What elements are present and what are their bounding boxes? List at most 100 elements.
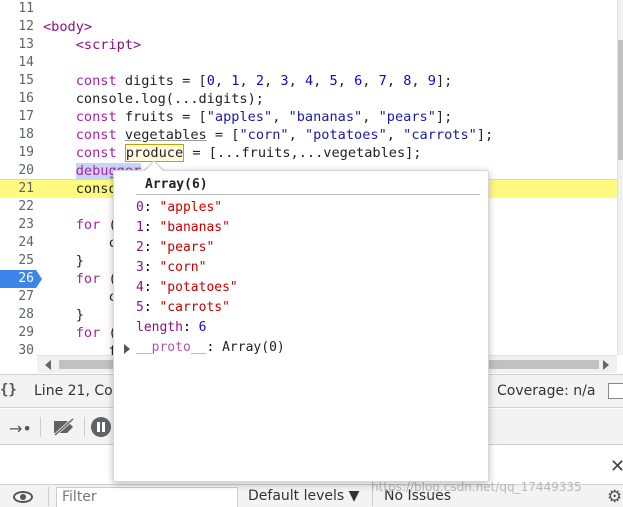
line-number[interactable]: 23 xyxy=(0,216,36,234)
code-text: for ( xyxy=(43,216,117,234)
code-token: , xyxy=(411,73,428,89)
code-token: , xyxy=(264,73,281,89)
breakpoint-marker-icon[interactable] xyxy=(36,270,42,288)
code-token: <body> xyxy=(43,19,93,35)
code-line[interactable]: 18 const vegetables = ["corn", "potatoes… xyxy=(0,126,617,144)
coverage-icon[interactable] xyxy=(608,383,623,399)
log-levels-dropdown[interactable]: Default levels ▼ xyxy=(248,488,359,504)
code-token: ]; xyxy=(435,73,453,89)
code-line[interactable]: 17 const fruits = ["apples", "bananas", … xyxy=(0,108,617,126)
code-token: , xyxy=(313,73,330,89)
code-token: 3 xyxy=(280,73,289,89)
code-token: <script> xyxy=(75,37,142,53)
code-line[interactable]: 14 xyxy=(0,54,617,72)
array-index: 0 xyxy=(136,200,144,215)
line-number[interactable]: 25 xyxy=(0,252,36,270)
code-token: 4 xyxy=(304,73,314,89)
code-token: 0 xyxy=(206,73,215,89)
code-text: <body> xyxy=(43,18,92,36)
array-entry[interactable]: 1: "bananas" xyxy=(136,218,230,238)
code-line[interactable]: 11 xyxy=(0,0,617,18)
code-token: "potatoes" xyxy=(304,127,387,143)
line-number[interactable]: 12 xyxy=(0,18,36,36)
code-token: , xyxy=(386,73,404,89)
line-number[interactable]: 27 xyxy=(0,288,36,306)
eye-icon[interactable] xyxy=(13,491,33,503)
deactivate-breakpoints-icon[interactable] xyxy=(52,418,76,436)
code-token: fruits = [ xyxy=(116,109,207,125)
code-token: = [...fruits,...vegetables]; xyxy=(184,145,422,161)
line-number[interactable]: 17 xyxy=(0,108,36,126)
code-token: vegetables xyxy=(124,127,207,143)
console-filter-input[interactable]: Filter xyxy=(56,487,238,507)
line-number[interactable]: 29 xyxy=(0,324,36,342)
gear-icon[interactable]: ⚙ xyxy=(607,487,622,507)
line-number[interactable]: 24 xyxy=(0,234,36,252)
line-number[interactable]: 28 xyxy=(0,306,36,324)
code-line[interactable]: 12 <body> xyxy=(0,18,617,36)
pause-icon[interactable] xyxy=(91,417,111,437)
vertical-scrollbar[interactable] xyxy=(617,0,623,355)
array-index: 5 xyxy=(136,300,144,315)
array-entry[interactable]: 3: "corn" xyxy=(136,258,206,278)
code-token: digits = [ xyxy=(116,73,207,89)
code-line[interactable]: 15 const digits = [0, 1, 2, 3, 4, 5, 6, … xyxy=(0,72,617,90)
code-token: "carrots" xyxy=(403,127,477,143)
line-number[interactable]: 19 xyxy=(0,144,36,162)
array-entry[interactable]: 4: "potatoes" xyxy=(136,278,238,298)
line-number[interactable]: 18 xyxy=(0,126,36,144)
code-token: 5 xyxy=(329,73,338,89)
code-token: const xyxy=(75,109,117,125)
toolbar-divider xyxy=(84,417,85,437)
pretty-print-icon[interactable]: {} xyxy=(0,382,22,398)
code-token: for xyxy=(75,217,101,233)
line-number[interactable]: 26 xyxy=(0,270,36,288)
line-number[interactable]: 20 xyxy=(0,162,36,180)
array-value: "potatoes" xyxy=(159,280,238,295)
code-token: = [ xyxy=(206,127,240,143)
code-token: , xyxy=(362,109,379,125)
proto-key: __proto__ xyxy=(136,340,207,355)
code-text: } xyxy=(43,252,84,270)
line-number[interactable]: 14 xyxy=(0,54,36,72)
vertical-scroll-thumb[interactable] xyxy=(618,40,623,160)
line-number[interactable]: 13 xyxy=(0,36,36,54)
code-line[interactable]: 16 console.log(...digits); xyxy=(0,90,617,108)
array-entry[interactable]: 0: "apples" xyxy=(136,198,222,218)
code-line[interactable]: 19 const produce = [...fruits,...vegetab… xyxy=(0,144,617,162)
code-token: c xyxy=(43,289,117,305)
line-number[interactable]: 30 xyxy=(0,342,36,355)
popover-title: Array(6) xyxy=(145,177,208,192)
scroll-left-arrow-icon[interactable] xyxy=(45,360,51,370)
code-text: } xyxy=(43,306,84,324)
code-token: const xyxy=(75,73,117,89)
expand-triangle-icon[interactable] xyxy=(124,344,130,354)
code-token: "bananas" xyxy=(288,109,363,125)
code-token: , xyxy=(362,73,379,89)
code-token: 2 xyxy=(255,73,265,89)
line-number[interactable]: 11 xyxy=(0,0,36,18)
scroll-right-arrow-icon[interactable] xyxy=(603,360,609,370)
close-drawer-icon[interactable]: ✕ xyxy=(610,456,623,477)
array-value: "corn" xyxy=(159,260,207,275)
step-icon[interactable]: →• xyxy=(9,419,32,438)
code-text: <script> xyxy=(43,36,141,54)
array-entry[interactable]: 2: "pears" xyxy=(136,238,214,258)
line-number[interactable]: 21 xyxy=(0,180,36,198)
proto-entry[interactable]: __proto__: Array(0) xyxy=(136,338,285,358)
key-separator: : xyxy=(143,280,160,295)
code-token: f xyxy=(43,343,117,355)
line-number[interactable]: 22 xyxy=(0,198,36,216)
code-token: 9 xyxy=(427,73,436,89)
code-line[interactable]: 13 <script> xyxy=(0,36,617,54)
code-token: const xyxy=(75,145,117,161)
array-entry[interactable]: 5: "carrots" xyxy=(136,298,230,318)
code-text: const vegetables = ["corn", "potatoes", … xyxy=(43,126,493,144)
line-number[interactable]: 15 xyxy=(0,72,36,90)
line-number[interactable]: 16 xyxy=(0,90,36,108)
